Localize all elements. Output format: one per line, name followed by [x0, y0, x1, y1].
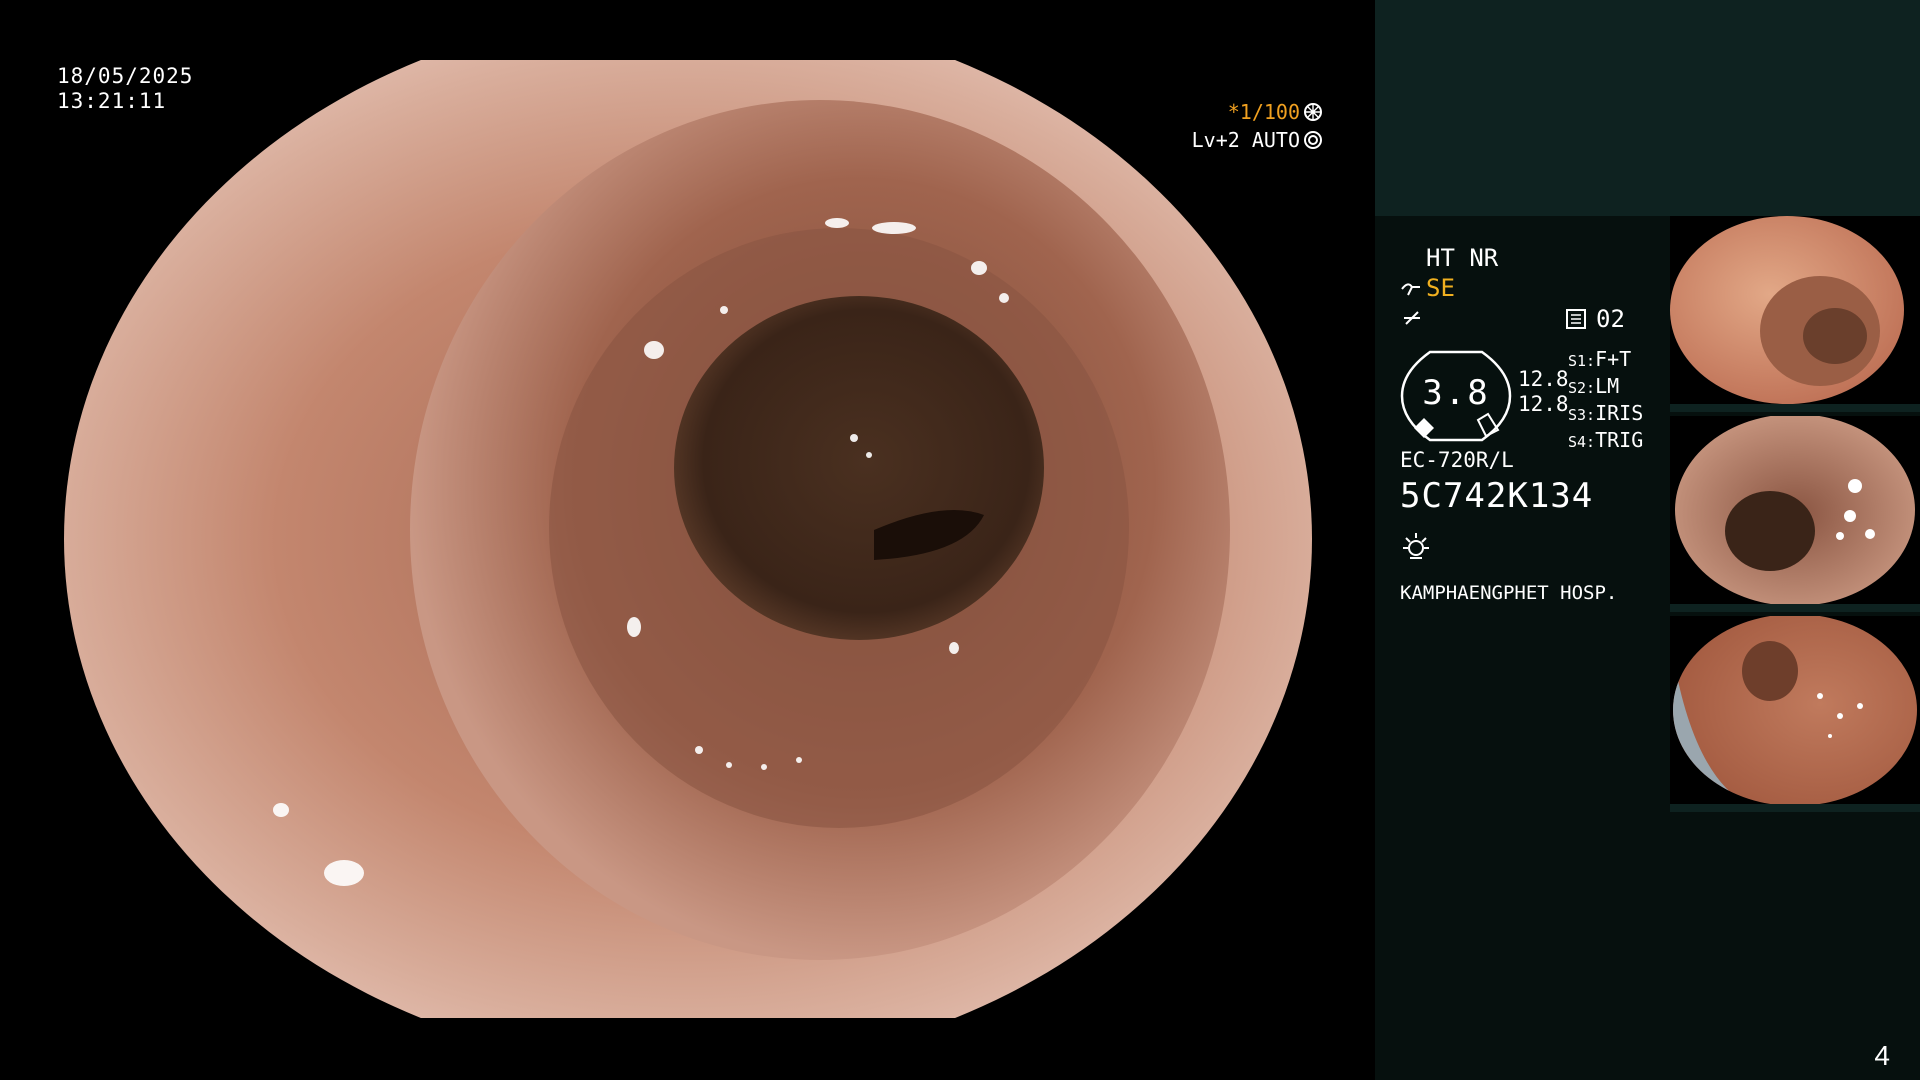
- switch-key: S4:: [1568, 433, 1596, 451]
- structure-enhance-icon: [1401, 283, 1420, 296]
- hospital-name: KAMPHAENGPHET HOSP.: [1400, 582, 1618, 604]
- switch-value: LM: [1595, 374, 1620, 398]
- brightness-level: Lv+2 AUTO: [1191, 128, 1300, 152]
- switch-key: S3:: [1568, 406, 1596, 424]
- switch-key: S2:: [1568, 379, 1596, 397]
- captured-thumbnail[interactable]: [1670, 216, 1920, 412]
- endoscopy-image: [64, 60, 1312, 1018]
- switch-value: F+T: [1595, 347, 1632, 371]
- scope-gauge-value: 3.8: [1422, 373, 1490, 413]
- panel-header-block: [1375, 0, 1920, 216]
- light-source-icon: [1403, 533, 1429, 559]
- reading-2: 12.8: [1518, 392, 1569, 416]
- switch-setting-row: S4:TRIG: [1568, 428, 1643, 455]
- captured-thumbnail[interactable]: [1670, 416, 1920, 612]
- reading-values: 12.8 12.8: [1518, 367, 1569, 417]
- switch-setting-row: S1:F+T: [1568, 347, 1643, 374]
- capture-timestamp: 18/05/2025 13:21:11: [57, 64, 193, 114]
- contrast-icon: [1404, 311, 1420, 325]
- iris-icon: [1304, 131, 1322, 149]
- memory-value: 02: [1596, 305, 1625, 333]
- memory-icon: [1566, 309, 1586, 329]
- capture-time: 13:21:11: [57, 89, 167, 113]
- scope-info: HT NR SE 02 3.8 12.8 12.8 S1:F+T S2:LM S…: [1400, 240, 1670, 620]
- scope-model: EC-720R/L: [1400, 448, 1514, 472]
- switch-setting-row: S2:LM: [1568, 374, 1643, 401]
- reading-1: 12.8: [1518, 367, 1569, 391]
- switch-value: TRIG: [1595, 428, 1644, 452]
- switch-value: IRIS: [1595, 401, 1644, 425]
- shutter-icon: [1304, 103, 1322, 121]
- switch-setting-row: S3:IRIS: [1568, 401, 1643, 428]
- captured-thumbnail[interactable]: [1670, 616, 1920, 812]
- page-number: 4: [1874, 1040, 1890, 1071]
- capture-date: 18/05/2025: [57, 64, 194, 88]
- scope-serial: 5C742K134: [1400, 476, 1594, 516]
- endoscopy-main-view: 18/05/2025 13:21:11 *1/100 Lv+2 AUTO: [0, 0, 1375, 1080]
- exposure-readout: *1/100 Lv+2 AUTO: [1192, 98, 1323, 154]
- switch-key: S1:: [1568, 352, 1596, 370]
- processing-modes: HT NR: [1426, 244, 1499, 272]
- se-label: SE: [1426, 274, 1455, 302]
- shutter-speed: *1/100: [1227, 100, 1300, 124]
- switch-settings: S1:F+T S2:LM S3:IRIS S4:TRIG: [1568, 347, 1643, 455]
